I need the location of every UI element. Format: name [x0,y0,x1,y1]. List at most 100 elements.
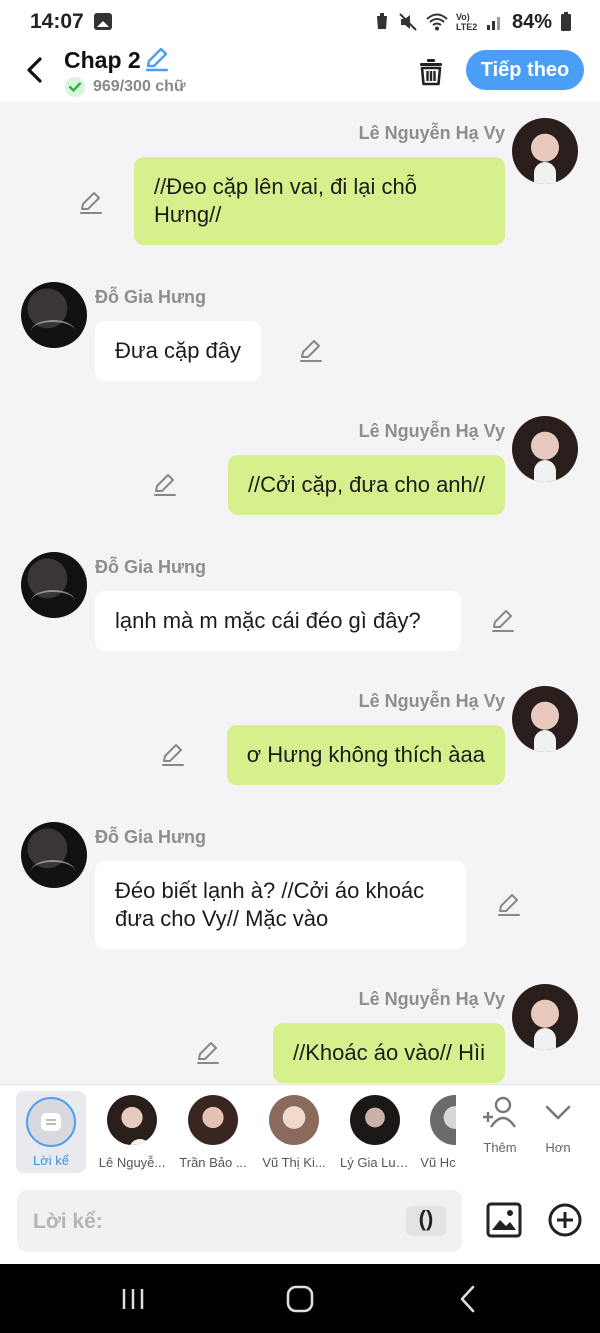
avatar[interactable] [21,552,87,618]
message-item: Đỗ Gia Hưng Đưa cặp đây [0,282,600,392]
add-plus-icon[interactable] [547,1202,583,1238]
parenthesis-button[interactable]: () [406,1206,446,1236]
avatar[interactable] [512,416,578,482]
message-bubble[interactable]: //Đeo cặp lên vai, đi lại chỗ Hưng// [134,157,505,245]
system-back-button[interactable] [448,1282,488,1316]
message-bubble[interactable]: ơ Hưng không thích àaa [226,725,505,785]
message-item: Lê Nguyễn Hạ Vy ơ Hưng không thích àaa [0,686,600,796]
chat-area[interactable]: Lê Nguyễn Hạ Vy //Đeo cặp lên vai, đi lạ… [0,102,600,1084]
message-item: Lê Nguyễn Hạ Vy //Khoác áo vào// Hìi [0,984,600,1084]
input-row: Lời kể: () [0,1180,600,1264]
avatar[interactable] [512,118,578,184]
battery-icon [561,12,571,31]
network-label: Vo) LTE2 [455,12,478,32]
message-bubble[interactable]: Đéo biết lạnh à? //Cởi áo khoác đưa cho … [95,861,466,949]
avatar [269,1095,319,1145]
message-text-line: đưa cho Vy// Mặc vào [115,906,329,931]
next-chapter-button[interactable]: Tiếp theo [466,50,584,90]
message-item: Lê Nguyễn Hạ Vy //Cởi cặp, đưa cho anh// [0,416,600,526]
message-bubble[interactable]: //Cởi cặp, đưa cho anh// [227,455,505,515]
avatar[interactable] [21,282,87,348]
message-text-line: //Cởi cặp, đưa cho anh// [247,472,485,497]
home-icon [286,1285,314,1313]
message-item: Đỗ Gia Hưng Đéo biết lạnh à? //Cởi áo kh… [0,822,600,962]
chevron-left-icon [27,57,42,83]
status-icons: Vo) LTE2 84% [374,8,572,36]
character-item[interactable]: Lý Gia Luân [340,1093,410,1170]
message-bubble[interactable]: Đưa cặp đây [95,321,262,381]
back-arrow-icon [460,1285,475,1313]
status-time: 14:07 [30,10,84,33]
pencil-icon[interactable] [496,892,522,918]
word-count: 969/300 chữ [93,78,186,95]
narration-input[interactable]: Lời kể: () [17,1190,462,1252]
message-text-line: ơ Hưng không thích àaa [246,742,485,767]
message-text-line: //Đeo cặp lên vai, đi lại chỗ [154,174,417,199]
message-text-line: Đéo biết lạnh à? //Cởi áo khoác [115,878,425,903]
character-name: Lê Nguyễ... [98,1155,166,1170]
status-bar: 14:07 Vo) LTE2 84% [0,0,600,44]
pencil-icon[interactable] [490,608,516,634]
wifi-icon [426,13,448,31]
add-character-button[interactable]: Thêm [470,1095,530,1155]
chevron-down-icon [545,1105,571,1120]
system-nav-bar [0,1264,600,1333]
edit-title-icon[interactable] [143,46,169,72]
narration-label: Lời kể [33,1153,69,1168]
sender-name: Đỗ Gia Hưng [95,287,207,307]
sender-name: Lê Nguyễn Hạ Vy [358,421,505,441]
pencil-icon[interactable] [152,472,178,498]
sender-name: Lê Nguyễn Hạ Vy [358,989,505,1009]
trash-icon[interactable] [414,54,448,88]
home-button[interactable] [280,1282,320,1316]
avatar[interactable] [512,984,578,1050]
character-item[interactable]: Lê Nguyễ... [97,1093,167,1170]
character-item[interactable]: Trần Bảo ... [178,1093,248,1170]
add-person-icon [483,1096,516,1128]
add-label: Thêm [483,1140,517,1155]
character-item[interactable]: Vũ Thị Ki... [259,1093,329,1170]
sender-name: Đỗ Gia Hưng [95,557,207,577]
narration-icon [26,1097,76,1147]
character-name: Vũ Thị Ki... [262,1155,326,1170]
narration-tab[interactable]: Lời kể [16,1091,86,1173]
alarm-icon [376,13,387,29]
message-text-line: Đưa cặp đây [115,338,242,363]
character-bar: Lời kể Lê Nguyễ... Trần Bảo ... Vũ Thị K… [0,1084,600,1180]
more-button[interactable]: Hơn [528,1095,588,1155]
avatar[interactable] [512,686,578,752]
message-item: Đỗ Gia Hưng lạnh mà m mặc cái đéo gì đây… [0,552,600,662]
chapter-title: Chap 2 [64,47,141,73]
pencil-icon[interactable] [78,190,104,216]
message-text-line: lạnh mà m mặc cái đéo gì đây? [115,608,421,633]
gallery-notification-icon [94,13,112,30]
sender-name: Lê Nguyễn Hạ Vy [358,123,505,143]
avatar [430,1095,456,1145]
message-text-line: Hưng// [154,202,222,227]
message-bubble[interactable]: lạnh mà m mặc cái đéo gì đây? [95,591,461,651]
character-name: Vũ Hc [420,1155,456,1170]
avatar [350,1095,400,1145]
signal-icon [486,17,500,30]
recent-apps-button[interactable] [113,1282,153,1316]
character-name: Trần Bảo ... [179,1155,247,1170]
message-item: Lê Nguyễn Hạ Vy //Đeo cặp lên vai, đi lạ… [0,118,600,248]
avatar [107,1095,157,1145]
character-item[interactable]: Vũ Hc [420,1093,456,1170]
chapter-header: Chap 2 969/300 chữ Tiếp theo [0,44,600,102]
sender-name: Đỗ Gia Hưng [95,827,207,847]
sender-name: Lê Nguyễn Hạ Vy [358,691,505,711]
avatar[interactable] [21,822,87,888]
image-icon[interactable] [486,1202,522,1238]
pencil-icon[interactable] [195,1040,221,1066]
back-button[interactable] [16,52,52,88]
recent-apps-icon [122,1289,144,1309]
pencil-icon[interactable] [160,742,186,768]
message-text-line: //Khoác áo vào// Hìi [293,1040,485,1065]
mute-icon [399,13,417,31]
message-bubble[interactable]: //Khoác áo vào// Hìi [273,1023,505,1083]
input-placeholder: Lời kể: [33,1210,103,1233]
check-icon [65,77,85,97]
pencil-icon[interactable] [298,338,324,364]
character-name: Lý Gia Luân [340,1155,410,1170]
